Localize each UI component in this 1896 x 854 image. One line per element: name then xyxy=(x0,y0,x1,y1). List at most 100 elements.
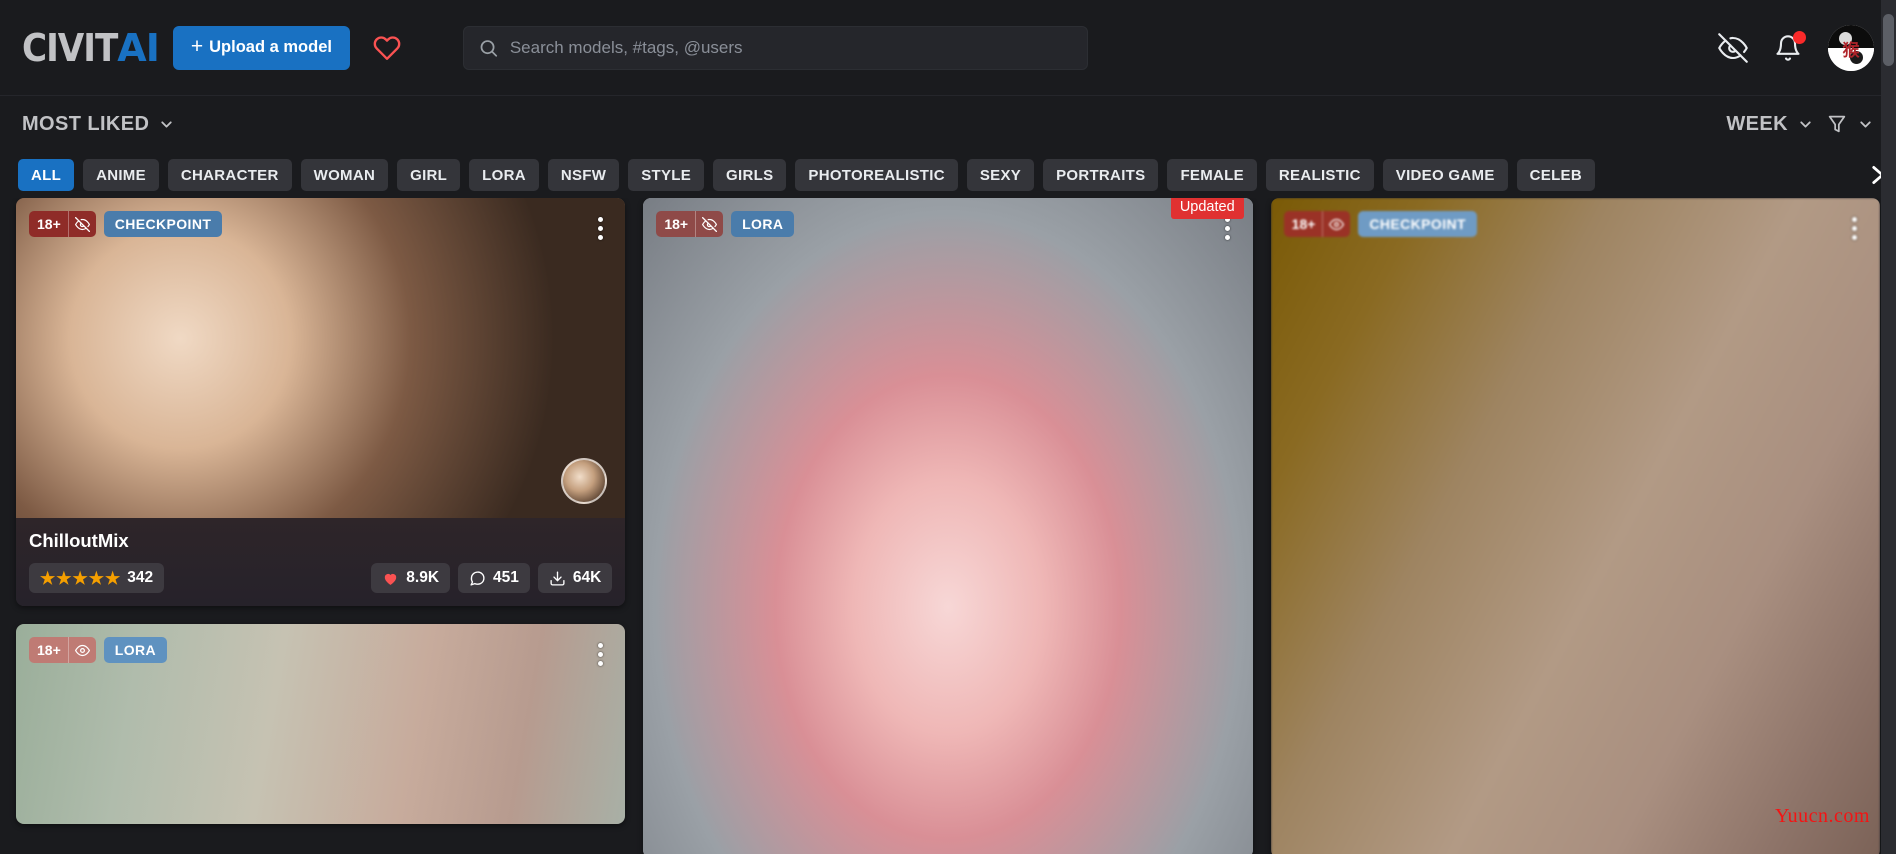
card-context-menu-button[interactable] xyxy=(589,213,611,243)
tag-chip-nsfw[interactable]: NSFW xyxy=(547,159,620,191)
tag-chip-character[interactable]: CHARACTER xyxy=(167,159,292,191)
search-icon xyxy=(480,40,498,57)
grid-column-1: 18+ CHECKPOINT ChilloutMix ★ ★ ★ ★ ★ 342… xyxy=(16,198,626,854)
tag-chip-girl[interactable]: GIRL xyxy=(397,159,461,191)
tag-chip-girls[interactable]: GIRLS xyxy=(713,159,787,191)
star-icon: ★ xyxy=(40,568,56,588)
comments-count: 451 xyxy=(493,569,519,586)
download-icon xyxy=(550,570,565,586)
tag-chip-woman[interactable]: WOMAN xyxy=(300,159,389,191)
updated-badge: Updated xyxy=(1170,198,1244,219)
tag-chip-anime[interactable]: ANIME xyxy=(83,159,159,191)
star-icon: ★ xyxy=(56,568,72,588)
heart-icon xyxy=(373,35,401,60)
model-type-badge[interactable]: CHECKPOINT xyxy=(1358,211,1477,237)
model-title[interactable]: ChilloutMix xyxy=(29,530,612,552)
toggle-nsfw-visibility-button[interactable] xyxy=(1718,33,1748,63)
search-bar[interactable] xyxy=(463,26,1088,70)
model-card[interactable]: 18+ LORA Updated xyxy=(643,198,1253,854)
eye-off-icon xyxy=(1718,33,1748,63)
page-scrollbar[interactable] xyxy=(1881,0,1896,854)
page-root: CIVIT AI + Upload a model Search models,… xyxy=(0,0,1896,854)
model-card-image[interactable]: 18+ LORA Updated xyxy=(643,198,1253,854)
likes-count: 8.9K xyxy=(406,569,440,586)
model-stats-row: ★ ★ ★ ★ ★ 342 8.9K 451 64K xyxy=(29,563,613,593)
eye-off-icon xyxy=(695,211,723,237)
filter-funnel-icon xyxy=(1828,115,1846,133)
eye-icon xyxy=(1322,211,1350,237)
nsfw-badge-label: 18+ xyxy=(37,642,61,658)
tag-chip-style[interactable]: STYLE xyxy=(628,159,705,191)
rating-count: 342 xyxy=(127,569,154,586)
rating-pill[interactable]: ★ ★ ★ ★ ★ 342 xyxy=(29,563,165,593)
card-badges: 18+ LORA xyxy=(656,211,795,237)
nsfw-badge-label: 18+ xyxy=(1291,216,1316,232)
period-dropdown[interactable]: WEEK xyxy=(1726,113,1814,136)
model-card-image[interactable]: 18+ CHECKPOINT xyxy=(1270,198,1880,854)
grid-column-2: 18+ LORA Updated xyxy=(643,198,1253,854)
sort-dropdown[interactable]: MOST LIKED xyxy=(22,113,175,136)
tag-chip-all[interactable]: ALL xyxy=(18,159,75,191)
upload-a-model-button[interactable]: + Upload a model xyxy=(172,25,350,70)
tag-chip-lora[interactable]: LORA xyxy=(469,159,539,191)
notifications-button[interactable] xyxy=(1774,31,1806,62)
model-card[interactable]: 18+ LORA xyxy=(16,624,626,824)
model-card-image[interactable]: 18+ CHECKPOINT xyxy=(16,198,626,518)
logo-text-ai: AI xyxy=(117,25,160,70)
sort-dropdown-label: MOST LIKED xyxy=(22,112,150,135)
tag-filter-row: ALL ANIME CHARACTER WOMAN GIRL LORA NSFW STYLE G… xyxy=(0,152,1896,198)
logo-text-civit: CIVIT xyxy=(22,25,118,70)
tag-chip-sexy[interactable]: SEXY xyxy=(966,159,1035,191)
model-card-footer: ChilloutMix ★ ★ ★ ★ ★ 342 8.9K 451 64K xyxy=(16,518,626,606)
card-badges: 18+ CHECKPOINT xyxy=(1283,211,1477,237)
model-card[interactable]: 18+ CHECKPOINT xyxy=(1270,198,1880,854)
user-avatar[interactable]: 猴 xyxy=(1828,25,1874,71)
sort-bar-right: WEEK xyxy=(1726,113,1874,136)
favorites-heart-button[interactable] xyxy=(364,25,410,71)
model-creator-avatar[interactable] xyxy=(561,458,608,504)
tag-chip-photorealistic[interactable]: PHOTOREALISTIC xyxy=(795,159,958,191)
tag-chip-portraits[interactable]: PORTRAITS xyxy=(1043,159,1159,191)
search-input[interactable] xyxy=(509,38,1073,58)
card-badges: 18+ LORA xyxy=(29,637,168,663)
period-dropdown-label: WEEK xyxy=(1726,112,1788,135)
app-header: CIVIT AI + Upload a model Search models,… xyxy=(0,0,1896,96)
tag-chip-female[interactable]: FEMALE xyxy=(1167,159,1257,191)
tag-chip-realistic[interactable]: REALISTIC xyxy=(1265,159,1374,191)
tag-chip-video-game[interactable]: VIDEO GAME xyxy=(1382,159,1508,191)
watermark: Yuucn.com xyxy=(1774,805,1870,827)
civitai-logo[interactable]: CIVIT AI xyxy=(22,25,160,70)
chevron-down-icon xyxy=(1860,120,1871,128)
engagement-pills: 8.9K 451 64K xyxy=(371,563,613,593)
heart-icon xyxy=(385,573,397,585)
tag-chip-strip[interactable]: ALL ANIME CHARACTER WOMAN GIRL LORA NSFW STYLE G… xyxy=(18,152,1878,198)
model-type-badge[interactable]: LORA xyxy=(731,211,795,237)
model-type-badge[interactable]: LORA xyxy=(103,637,168,663)
eye-icon xyxy=(67,637,96,663)
tag-chip-celeb[interactable]: CELEB xyxy=(1516,159,1595,191)
card-badges: 18+ CHECKPOINT xyxy=(29,211,223,237)
star-rating: ★ ★ ★ ★ ★ xyxy=(40,570,120,587)
avatar-glyph: 猴 xyxy=(1842,40,1860,61)
downloads-count: 64K xyxy=(572,569,602,586)
card-context-menu-button[interactable] xyxy=(1844,213,1866,243)
grid-column-3: 18+ CHECKPOINT xyxy=(1270,198,1880,854)
scrollbar-thumb[interactable] xyxy=(1883,14,1894,66)
downloads-pill[interactable]: 64K xyxy=(537,563,613,593)
header-actions: 猴 xyxy=(1718,0,1874,96)
nsfw-badge[interactable]: 18+ xyxy=(1283,211,1351,237)
nsfw-badge[interactable]: 18+ xyxy=(656,211,724,237)
filter-dropdown[interactable] xyxy=(1826,113,1874,135)
model-card-image[interactable]: 18+ LORA xyxy=(16,624,626,824)
eye-off-icon xyxy=(67,211,96,237)
comments-pill[interactable]: 451 xyxy=(458,563,530,593)
star-icon: ★ xyxy=(88,568,104,588)
card-context-menu-button[interactable] xyxy=(589,639,611,669)
model-type-badge[interactable]: CHECKPOINT xyxy=(103,211,223,237)
nsfw-badge[interactable]: 18+ xyxy=(29,637,96,663)
model-card[interactable]: 18+ CHECKPOINT ChilloutMix ★ ★ ★ ★ ★ 342… xyxy=(16,198,626,606)
likes-pill[interactable]: 8.9K xyxy=(371,563,451,593)
chevron-down-icon xyxy=(161,120,173,128)
nsfw-badge[interactable]: 18+ xyxy=(29,211,96,237)
chevron-down-icon xyxy=(1800,120,1811,128)
